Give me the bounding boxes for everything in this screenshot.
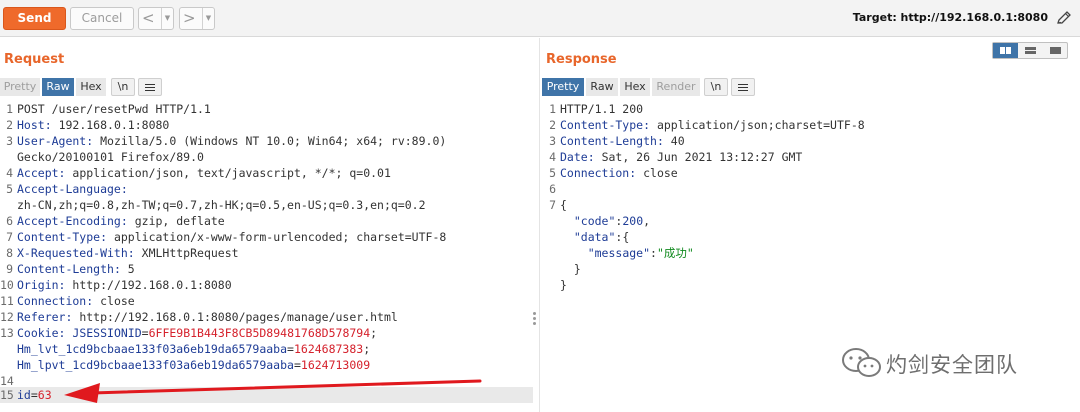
json-line: }	[560, 278, 567, 292]
cookie-line: Hm_lvt_1cd9bcbaae133f03a6eb19da6579aaba=…	[17, 342, 371, 356]
chevron-left-icon: <	[142, 9, 155, 27]
cookie-value: 6FFE9B1B443F8CB5D89481768D578794	[148, 326, 371, 340]
request-line: 3 User-Agent: Mozilla/5.0 (Windows NT 10.…	[6, 134, 447, 148]
request-line: Gecko/20100101 Firefox/89.0	[17, 150, 204, 164]
cookie-name: Hm_lpvt_1cd9bcbaae133f03a6eb19da6579aaba	[17, 358, 294, 372]
request-line: 6 Accept-Encoding: gzip, deflate	[6, 214, 225, 228]
cookie-name: JSESSIONID	[72, 326, 142, 340]
chevron-down-icon[interactable]: ▼	[202, 8, 214, 29]
tab-hex[interactable]: Hex	[620, 78, 650, 96]
response-line: 5 Connection: close	[549, 166, 678, 180]
tab-pretty[interactable]: Pretty	[542, 78, 584, 96]
watermark: 灼剑安全团队	[840, 346, 1017, 382]
newline-toggle-button[interactable]: \n	[111, 78, 135, 96]
request-line: 10 Origin: http://192.168.0.1:8080	[0, 278, 232, 292]
response-editor[interactable]: 1 HTTP/1.1 200 2 Content-Type: application…	[543, 101, 1078, 301]
request-line: 11 Connection: close	[0, 294, 135, 308]
tab-raw[interactable]: Raw	[586, 78, 618, 96]
json-line: }	[573, 262, 581, 276]
newline-toggle-button[interactable]: \n	[704, 78, 728, 96]
target-label: Target: http://192.168.0.1:8080	[852, 11, 1048, 24]
layout-tabs-button[interactable]	[1043, 43, 1068, 58]
response-title: Response	[546, 52, 617, 67]
request-options-button[interactable]	[138, 78, 162, 96]
json-number: 200	[622, 214, 644, 228]
response-line: 6	[549, 182, 556, 196]
layout-stacked-button[interactable]	[1018, 43, 1043, 58]
back-history-button[interactable]: < ▼	[138, 7, 174, 30]
json-key: "code"	[573, 214, 616, 228]
response-line: 4 Date: Sat, 26 Jun 2021 13:12:27 GMT	[549, 150, 803, 164]
wechat-icon	[842, 348, 881, 377]
tab-pretty[interactable]: Pretty	[0, 78, 40, 96]
request-line: 1 POST /user/resetPwd HTTP/1.1	[6, 102, 211, 116]
tab-hex[interactable]: Hex	[76, 78, 106, 96]
request-line: zh-CN,zh;q=0.8,zh-TW;q=0.7,zh-HK;q=0.5,e…	[17, 198, 426, 212]
response-line: 3 Content-Length: 40	[549, 134, 685, 148]
json-string: "成功"	[656, 246, 694, 260]
param-name: id	[17, 388, 31, 402]
single-pane-icon	[1050, 47, 1061, 54]
json-line: "message":"成功"	[587, 246, 694, 260]
response-line: 1 HTTP/1.1 200	[549, 102, 644, 116]
pencil-icon[interactable]	[1054, 8, 1074, 28]
toolbar: Send Cancel < ▼ > ▼ Target: http://192.1…	[0, 0, 1080, 37]
param-value: 63	[37, 388, 52, 402]
forward-history-button[interactable]: > ▼	[179, 7, 215, 30]
rows-icon	[1025, 47, 1036, 54]
cookie-value: 1624713009	[300, 358, 371, 372]
cookie-line: 13 Cookie: JSESSIONID=6FFE9B1B443F8CB5D89…	[0, 326, 378, 340]
resize-handle[interactable]	[533, 312, 537, 326]
json-line: 7{	[549, 198, 567, 212]
layout-side-by-side-button[interactable]	[993, 43, 1018, 58]
request-line: 7 Content-Type: application/x-www-form-ur…	[6, 230, 447, 244]
response-options-button[interactable]	[731, 78, 755, 96]
chevron-down-icon[interactable]: ▼	[161, 8, 173, 29]
cancel-button[interactable]: Cancel	[70, 7, 134, 30]
request-line: 8 X-Requested-With: XMLHttpRequest	[6, 246, 239, 260]
request-editor[interactable]: 1 POST /user/resetPwd HTTP/1.1 2 Host: 192…	[0, 101, 535, 412]
request-line: 4 Accept: application/json, text/javascri…	[6, 166, 391, 180]
request-line: 9 Content-Length: 5	[6, 262, 135, 276]
cookie-name: Hm_lvt_1cd9bcbaae133f03a6eb19da6579aaba	[17, 342, 288, 356]
cookie-value: 1624687383	[293, 342, 364, 356]
cookie-line: Hm_lpvt_1cd9bcbaae133f03a6eb19da6579aaba…	[17, 358, 371, 372]
tab-raw[interactable]: Raw	[42, 78, 74, 96]
json-line: "code":200,	[573, 214, 651, 228]
request-line: 2 Host: 192.168.0.1:8080	[6, 118, 170, 132]
request-line: 5 Accept-Language:	[6, 182, 128, 196]
json-line: "data":{	[573, 230, 630, 244]
columns-icon	[1000, 47, 1011, 54]
chevron-right-icon: >	[183, 9, 196, 27]
json-key: "message"	[587, 246, 651, 260]
json-key: "data"	[573, 230, 616, 244]
layout-switcher[interactable]	[992, 42, 1068, 59]
send-button[interactable]: Send	[3, 7, 66, 30]
request-title: Request	[4, 52, 65, 67]
request-body-line: 15 id=63	[0, 387, 533, 403]
panel-divider[interactable]	[539, 38, 540, 412]
tab-render[interactable]: Render	[652, 78, 700, 96]
menu-icon	[738, 84, 748, 91]
response-line: 2 Content-Type: application/json;charset=…	[549, 118, 865, 132]
request-line: 12 Referer: http://192.168.0.1:8080/pages…	[0, 310, 398, 324]
watermark-text: 灼剑安全团队	[886, 353, 1018, 377]
menu-icon	[145, 84, 155, 91]
